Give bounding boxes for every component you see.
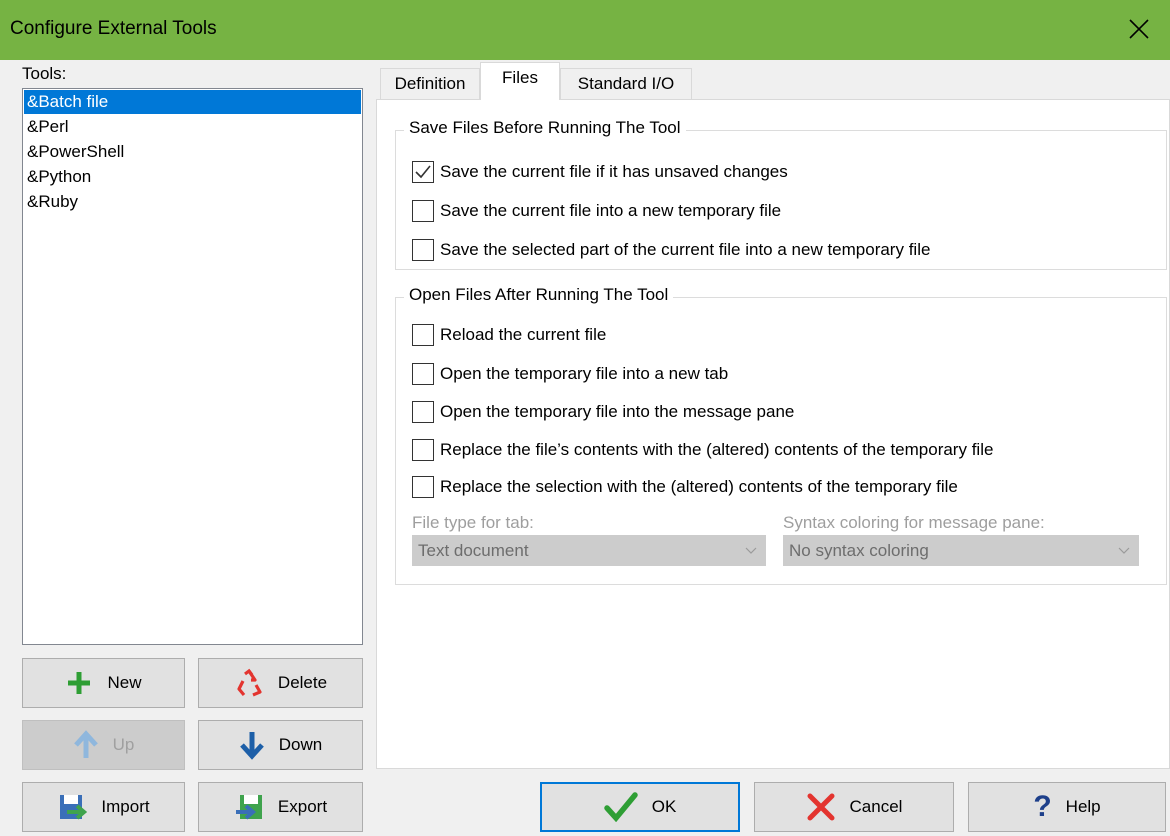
- checkmark-icon: [603, 792, 638, 822]
- tools-list-item[interactable]: &Perl: [24, 115, 361, 139]
- check-icon: [415, 165, 431, 179]
- tab-standard-io[interactable]: Standard I/O: [560, 68, 692, 100]
- tools-list-item[interactable]: &Batch file: [24, 90, 361, 114]
- window-title: Configure External Tools: [10, 18, 217, 39]
- open-files-group-title: Open Files After Running The Tool: [404, 285, 674, 305]
- syntax-coloring-select[interactable]: No syntax coloring: [783, 535, 1139, 566]
- syntax-coloring-value: No syntax coloring: [789, 541, 929, 560]
- save-current-checkbox[interactable]: Save the current file if it has unsaved …: [412, 160, 788, 184]
- help-button-label: Help: [1065, 797, 1101, 816]
- help-button[interactable]: ? Help: [968, 782, 1166, 832]
- tools-list[interactable]: &Batch file &Perl &PowerShell &Python &R…: [22, 88, 363, 645]
- tools-list-item[interactable]: &PowerShell: [24, 140, 361, 164]
- save-selection-checkbox[interactable]: Save the selected part of the current fi…: [412, 238, 930, 262]
- export-icon: [234, 792, 264, 822]
- checkbox-box: [412, 239, 434, 261]
- checkbox-label: Open the temporary file into the message…: [440, 402, 795, 421]
- chevron-down-icon: [1118, 538, 1130, 571]
- up-button[interactable]: Up: [22, 720, 185, 770]
- chevron-down-icon: [745, 538, 757, 571]
- tab-definition[interactable]: Definition: [380, 68, 480, 100]
- tools-list-item[interactable]: &Ruby: [24, 190, 361, 214]
- checkbox-label: Reload the current file: [440, 325, 607, 344]
- checkbox-box: [412, 401, 434, 423]
- file-type-label: File type for tab:: [412, 513, 534, 532]
- save-temp-checkbox[interactable]: Save the current file into a new tempora…: [412, 199, 781, 223]
- checkbox-label: Save the selected part of the current fi…: [440, 240, 931, 259]
- save-files-group: Save Files Before Running The Tool Save …: [395, 118, 1167, 270]
- delete-button[interactable]: Delete: [198, 658, 363, 708]
- open-new-tab-checkbox[interactable]: Open the temporary file into a new tab: [412, 362, 728, 386]
- checkbox-label: Save the current file if it has unsaved …: [440, 162, 788, 181]
- replace-selection-checkbox[interactable]: Replace the selection with the (altered)…: [412, 475, 958, 499]
- import-button[interactable]: Import: [22, 782, 185, 832]
- close-button[interactable]: [1110, 0, 1170, 60]
- checkbox-label: Save the current file into a new tempora…: [440, 201, 782, 220]
- delete-button-label: Delete: [277, 673, 328, 692]
- open-files-group: Open Files After Running The Tool Reload…: [395, 285, 1167, 585]
- cancel-button[interactable]: Cancel: [754, 782, 954, 832]
- checkbox-box: [412, 439, 434, 461]
- down-button[interactable]: Down: [198, 720, 363, 770]
- plus-icon: [65, 669, 93, 697]
- cancel-x-icon: [806, 792, 836, 822]
- new-button[interactable]: New: [22, 658, 185, 708]
- ok-button-label: OK: [651, 797, 677, 816]
- import-button-label: Import: [101, 797, 150, 816]
- checkbox-box: [412, 161, 434, 183]
- save-files-group-title: Save Files Before Running The Tool: [404, 118, 686, 138]
- file-type-value: Text document: [418, 541, 529, 560]
- up-button-label: Up: [112, 735, 135, 754]
- ok-button[interactable]: OK: [540, 782, 740, 832]
- tools-label: Tools:: [22, 64, 67, 83]
- export-button[interactable]: Export: [198, 782, 363, 832]
- checkbox-box: [412, 476, 434, 498]
- tools-list-item[interactable]: &Python: [24, 165, 361, 189]
- help-icon: ?: [1033, 790, 1052, 823]
- arrow-down-icon: [239, 730, 265, 760]
- import-icon: [57, 792, 88, 822]
- recycle-icon: [234, 668, 264, 698]
- checkbox-box: [412, 363, 434, 385]
- syntax-coloring-label: Syntax coloring for message pane:: [783, 513, 1045, 532]
- reload-checkbox[interactable]: Reload the current file: [412, 323, 606, 347]
- cancel-button-label: Cancel: [849, 797, 903, 816]
- file-type-select[interactable]: Text document: [412, 535, 766, 566]
- close-icon: [1129, 19, 1149, 39]
- checkbox-label: Replace the selection with the (altered)…: [440, 477, 958, 496]
- checkbox-box: [412, 200, 434, 222]
- checkbox-label: Replace the file’s contents with the (al…: [440, 440, 994, 459]
- arrow-up-icon: [73, 730, 99, 760]
- new-button-label: New: [107, 673, 142, 692]
- export-button-label: Export: [277, 797, 328, 816]
- title-bar: Configure External Tools: [0, 0, 1170, 60]
- down-button-label: Down: [278, 735, 323, 754]
- files-tab-panel: Save Files Before Running The Tool Save …: [376, 99, 1170, 769]
- checkbox-label: Open the temporary file into a new tab: [440, 364, 729, 383]
- open-message-pane-checkbox[interactable]: Open the temporary file into the message…: [412, 400, 794, 424]
- checkbox-box: [412, 324, 434, 346]
- replace-contents-checkbox[interactable]: Replace the file’s contents with the (al…: [412, 438, 993, 462]
- tab-files[interactable]: Files: [480, 62, 560, 100]
